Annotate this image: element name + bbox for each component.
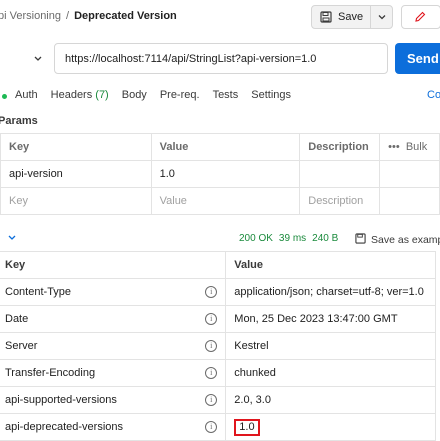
header-key: Transfer-Encoding i xyxy=(0,359,227,387)
response-headers-table: Key Value Content-Type i application/json… xyxy=(0,251,436,441)
header-key-text: Date xyxy=(5,313,29,325)
highlighted-deprecated-version: 1.0 xyxy=(234,418,260,436)
header-key-text: api-supported-versions xyxy=(5,394,117,406)
header-key: Server i xyxy=(0,332,227,360)
tab-prereq[interactable]: Pre-req. xyxy=(160,89,200,103)
save-as-example-button[interactable]: Save as examp xyxy=(355,233,440,247)
table-row: Content-Type i application/json; charset=… xyxy=(0,278,436,306)
table-row: Server i Kestrel xyxy=(0,332,436,360)
floppy-disk-icon xyxy=(320,11,332,23)
send-button[interactable]: Send xyxy=(395,43,440,74)
save-button[interactable]: Save xyxy=(311,5,393,29)
request-tabs: Auth Headers (7) Body Pre-req. Tests Set… xyxy=(0,89,304,103)
breadcrumb: pi Versioning / Deprecated Version xyxy=(0,10,177,22)
info-icon[interactable]: i xyxy=(205,367,218,379)
header-key-text: api-deprecated-versions xyxy=(5,421,124,433)
header-key: Date i xyxy=(0,305,227,333)
status-code: 200 OK xyxy=(239,233,273,244)
params-title: Params xyxy=(0,115,38,127)
table-row: Date i Mon, 25 Dec 2023 13:47:00 GMT xyxy=(0,305,436,333)
save-as-example-label: Save as examp xyxy=(371,234,440,246)
tab-headers-count: (7) xyxy=(95,89,109,101)
header-key-text: Server xyxy=(5,340,38,352)
tab-tests[interactable]: Tests xyxy=(213,89,239,103)
headers-col-key: Key xyxy=(0,251,227,279)
param-description-placeholder[interactable]: Description xyxy=(299,187,381,215)
chevron-down-icon[interactable] xyxy=(377,12,387,25)
save-divider xyxy=(370,6,371,28)
param-row-actions xyxy=(379,160,440,188)
param-key[interactable]: api-version xyxy=(0,160,152,188)
header-value: Kestrel xyxy=(225,332,436,360)
method-chevron-down-icon[interactable] xyxy=(33,54,43,67)
params-col-description: Description xyxy=(299,133,381,161)
tab-auth[interactable]: Auth xyxy=(15,89,38,103)
headers-col-value: Value xyxy=(225,251,436,279)
info-icon[interactable]: i xyxy=(205,313,218,325)
param-value[interactable]: 1.0 xyxy=(150,160,301,188)
header-value: 1.0 xyxy=(225,413,436,441)
param-row-actions xyxy=(379,187,440,215)
table-row: api-version 1.0 xyxy=(0,160,440,188)
info-icon[interactable]: i xyxy=(205,340,218,352)
param-key-placeholder[interactable]: Key xyxy=(0,187,152,215)
table-row: Key Value Description xyxy=(0,187,440,215)
floppy-disk-icon xyxy=(355,233,366,247)
response-size: 240 B xyxy=(312,233,339,244)
url-input[interactable]: https://localhost:7114/api/StringList?ap… xyxy=(54,43,388,74)
param-description[interactable] xyxy=(299,160,381,188)
bulk-edit-link[interactable]: Bulk xyxy=(406,141,427,153)
breadcrumb-separator: / xyxy=(66,10,70,22)
header-key: api-supported-versions i xyxy=(0,386,227,414)
params-header-row: Key Value Description ••• Bulk xyxy=(0,133,440,161)
header-key-text: Transfer-Encoding xyxy=(5,367,96,379)
info-icon[interactable]: i xyxy=(205,286,218,298)
table-row: api-supported-versions i 2.0, 3.0 xyxy=(0,386,436,414)
response-status: 200 OK 39 ms 240 B xyxy=(239,233,344,244)
tab-settings[interactable]: Settings xyxy=(251,89,291,103)
more-options-icon[interactable]: ••• xyxy=(388,141,400,153)
response-time: 39 ms xyxy=(278,233,307,244)
header-key-text: Content-Type xyxy=(5,286,72,298)
header-value: Mon, 25 Dec 2023 13:47:00 GMT xyxy=(225,305,436,333)
save-button-label: Save xyxy=(338,11,364,23)
tab-headers-label: Headers xyxy=(50,89,93,101)
response-collapse-chevron-icon[interactable] xyxy=(7,233,17,246)
url-text: https://localhost:7114/api/StringList?ap… xyxy=(65,52,317,65)
info-icon[interactable]: i xyxy=(205,421,218,433)
info-icon[interactable]: i xyxy=(205,394,218,406)
breadcrumb-parent[interactable]: pi Versioning xyxy=(0,10,61,22)
params-col-key: Key xyxy=(0,133,152,161)
header-key: Content-Type i xyxy=(0,278,227,306)
header-value: chunked xyxy=(225,359,436,387)
header-key: api-deprecated-versions i xyxy=(0,413,227,441)
tab-body[interactable]: Body xyxy=(122,89,147,103)
cookies-link[interactable]: Co xyxy=(427,89,440,101)
param-value-placeholder[interactable]: Value xyxy=(150,187,301,215)
params-col-value: Value xyxy=(150,133,301,161)
params-actions: ••• Bulk xyxy=(379,133,440,161)
header-value: application/json; charset=utf-8; ver=1.0 xyxy=(225,278,436,306)
tab-headers[interactable]: Headers (7) xyxy=(51,89,109,103)
params-table: Key Value Description ••• Bulk api-versi… xyxy=(0,133,440,215)
pencil-icon xyxy=(414,11,426,26)
header-value: 2.0, 3.0 xyxy=(225,386,436,414)
page-title: Deprecated Version xyxy=(74,10,177,22)
params-indicator-dot xyxy=(2,94,7,99)
table-row: Transfer-Encoding i chunked xyxy=(0,359,436,387)
headers-header-row: Key Value xyxy=(0,251,436,279)
edit-button[interactable] xyxy=(401,5,440,29)
table-row: api-deprecated-versions i 1.0 xyxy=(0,413,436,441)
